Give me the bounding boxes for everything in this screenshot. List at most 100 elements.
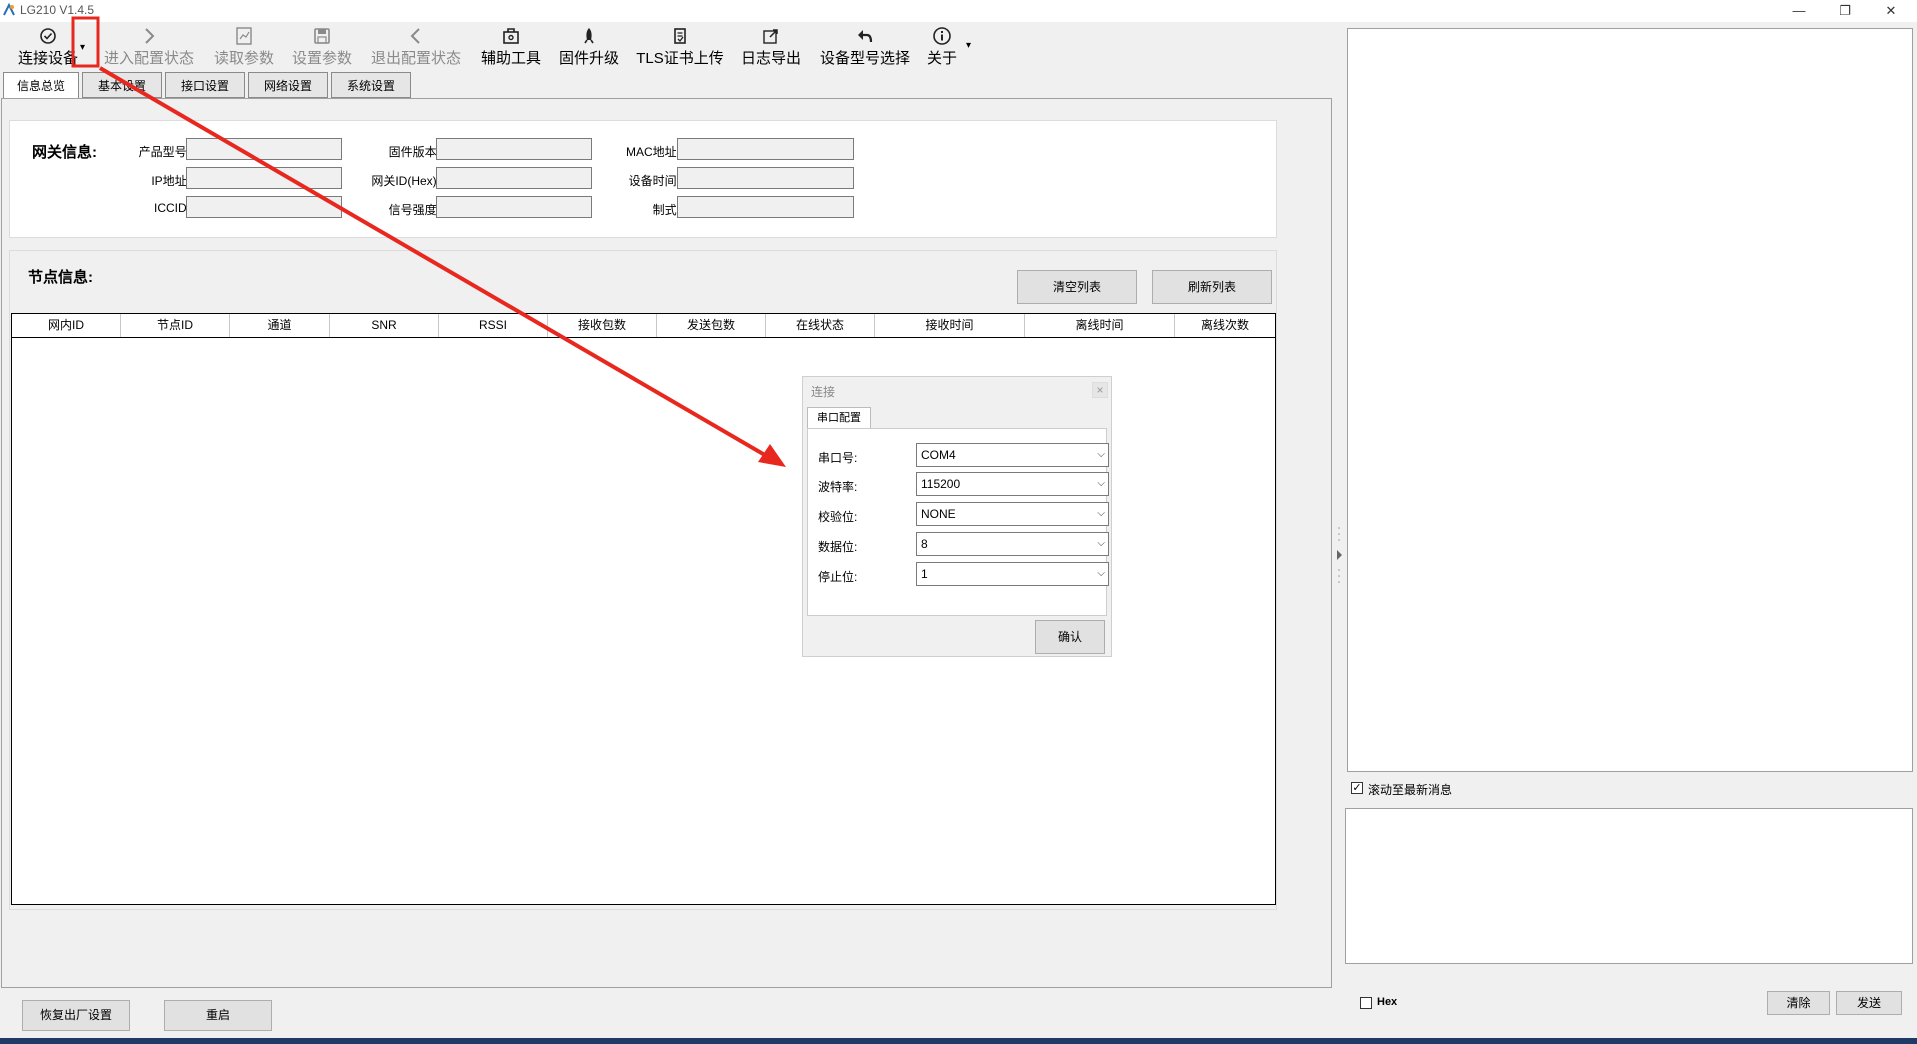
column-header[interactable]: RSSI	[439, 314, 548, 337]
exit-config-button[interactable]: 退出配置状态	[366, 24, 466, 68]
baud-label: 波特率:	[818, 480, 858, 494]
firmware-upgrade-button[interactable]: 固件升级	[554, 24, 624, 68]
splitter-handle-icon	[1337, 527, 1342, 583]
send-button[interactable]: 发送	[1836, 991, 1902, 1015]
model-select-button[interactable]: 设备型号选择	[814, 24, 916, 68]
factory-reset-button[interactable]: 恢复出厂设置	[22, 1000, 130, 1031]
firmware-version-label: 固件版本:	[388, 145, 440, 159]
chevron-right-icon	[99, 26, 199, 46]
dialog-ok-button[interactable]: 确认	[1035, 620, 1105, 654]
column-header[interactable]: 离线时间	[1025, 314, 1175, 337]
clear-button[interactable]: 清除	[1767, 991, 1830, 1015]
standard-field[interactable]	[677, 196, 854, 218]
mac-address-field[interactable]	[677, 138, 854, 160]
baud-select[interactable]: 115200 ⌵	[916, 472, 1109, 496]
scroll-latest-label: 滚动至最新消息	[1368, 783, 1453, 797]
gateway-info-group: 网关信息: 产品型号: IP地址: ICCID: 固件版本: 网关ID(Hex)…	[9, 120, 1277, 238]
gateway-id-label: 网关ID(Hex):	[371, 174, 440, 188]
column-header[interactable]: 节点ID	[121, 314, 230, 337]
connect-device-button[interactable]: 连接设备	[8, 24, 88, 68]
chevron-left-icon	[366, 26, 466, 46]
clear-list-button[interactable]: 清空列表	[1017, 270, 1137, 304]
column-header[interactable]: 接收时间	[875, 314, 1025, 337]
standard-label: 制式:	[652, 203, 680, 217]
connect-dialog: 连接 × 串口配置 串口号: COM4 ⌵ 波特率: 115200 ⌵ 校验位:…	[802, 376, 1112, 657]
tab-basic[interactable]: 基本设置	[82, 72, 162, 98]
ip-address-label: IP地址:	[151, 174, 190, 188]
databits-select[interactable]: 8 ⌵	[916, 532, 1109, 556]
node-info-title: 节点信息:	[28, 269, 93, 286]
parity-select[interactable]: NONE ⌵	[916, 502, 1109, 526]
hex-label: Hex	[1377, 996, 1398, 1008]
export-icon	[736, 26, 806, 46]
refresh-list-button[interactable]: 刷新列表	[1152, 270, 1272, 304]
column-header[interactable]: 在线状态	[766, 314, 875, 337]
title-bar: LG210 V1.4.5 — ❐ ✕	[0, 0, 1917, 22]
window-title: LG210 V1.4.5	[20, 3, 95, 17]
save-disk-icon	[287, 26, 357, 46]
tls-upload-button[interactable]: TLS证书上传	[632, 24, 728, 68]
enter-config-button[interactable]: 进入配置状态	[99, 24, 199, 68]
set-params-button[interactable]: 设置参数	[287, 24, 357, 68]
read-params-button[interactable]: 读取参数	[209, 24, 279, 68]
product-model-field[interactable]	[186, 138, 342, 160]
mac-address-label: MAC地址:	[625, 145, 680, 159]
tab-interface[interactable]: 接口设置	[165, 72, 245, 98]
signal-strength-label: 信号强度:	[388, 203, 440, 217]
tab-serial-config[interactable]: 串口配置	[807, 407, 871, 428]
iccid-label: ICCID:	[154, 201, 190, 215]
tab-overview[interactable]: 信息总览	[3, 72, 79, 100]
splitter[interactable]	[1333, 28, 1345, 988]
firmware-version-field[interactable]	[436, 138, 592, 160]
port-select[interactable]: COM4 ⌵	[916, 443, 1109, 467]
column-header[interactable]: 通道	[230, 314, 330, 337]
rocket-icon	[554, 26, 624, 46]
parity-label: 校验位:	[818, 510, 858, 524]
app-logo-icon	[3, 3, 15, 16]
about-button[interactable]: 关于	[924, 24, 960, 68]
hex-checkbox[interactable]	[1360, 997, 1372, 1009]
taskbar-edge	[0, 1038, 1917, 1044]
toolbar-overflow-arrow[interactable]: ▾	[966, 40, 971, 51]
gateway-info-title: 网关信息:	[32, 144, 97, 161]
ip-address-field[interactable]	[186, 167, 342, 189]
message-log-view[interactable]	[1347, 28, 1913, 772]
column-header[interactable]: 接收包数	[548, 314, 657, 337]
chevron-down-icon: ⌵	[1097, 568, 1105, 579]
tab-network[interactable]: 网络设置	[248, 72, 328, 98]
column-header[interactable]: 发送包数	[657, 314, 766, 337]
column-header[interactable]: SNR	[330, 314, 439, 337]
dialog-title: 连接	[811, 385, 836, 399]
send-input[interactable]	[1345, 808, 1913, 964]
log-export-button[interactable]: 日志导出	[736, 24, 806, 68]
port-label: 串口号:	[818, 451, 858, 465]
reboot-button[interactable]: 重启	[164, 1000, 272, 1031]
gateway-id-field[interactable]	[436, 167, 592, 189]
restore-button[interactable]: ❐	[1822, 0, 1868, 22]
read-chart-icon	[209, 26, 279, 46]
scroll-latest-checkbox[interactable]: ✓	[1351, 782, 1363, 794]
tools-button[interactable]: 辅助工具	[476, 24, 546, 68]
stopbits-label: 停止位:	[818, 570, 858, 584]
tab-system[interactable]: 系统设置	[331, 72, 411, 98]
chevron-down-icon: ⌵	[1097, 478, 1105, 489]
undo-arrow-icon	[814, 26, 916, 46]
connect-dropdown-arrow[interactable]: ▾	[80, 42, 85, 53]
info-icon	[924, 26, 960, 46]
column-header[interactable]: 网内ID	[12, 314, 121, 337]
iccid-field[interactable]	[186, 196, 342, 218]
toolbox-icon	[476, 26, 546, 46]
chevron-down-icon: ⌵	[1097, 538, 1105, 549]
signal-strength-field[interactable]	[436, 196, 592, 218]
check-shield-icon	[8, 26, 88, 46]
column-header[interactable]: 离线次数	[1175, 314, 1275, 337]
chevron-down-icon: ⌵	[1097, 449, 1105, 460]
device-time-field[interactable]	[677, 167, 854, 189]
stopbits-select[interactable]: 1 ⌵	[916, 562, 1109, 586]
dialog-close-button[interactable]: ×	[1092, 382, 1108, 398]
chevron-down-icon: ⌵	[1097, 508, 1105, 519]
minimize-button[interactable]: —	[1776, 0, 1822, 22]
close-window-button[interactable]: ✕	[1868, 0, 1914, 22]
product-model-label: 产品型号:	[138, 145, 190, 159]
certificate-icon	[632, 26, 728, 46]
